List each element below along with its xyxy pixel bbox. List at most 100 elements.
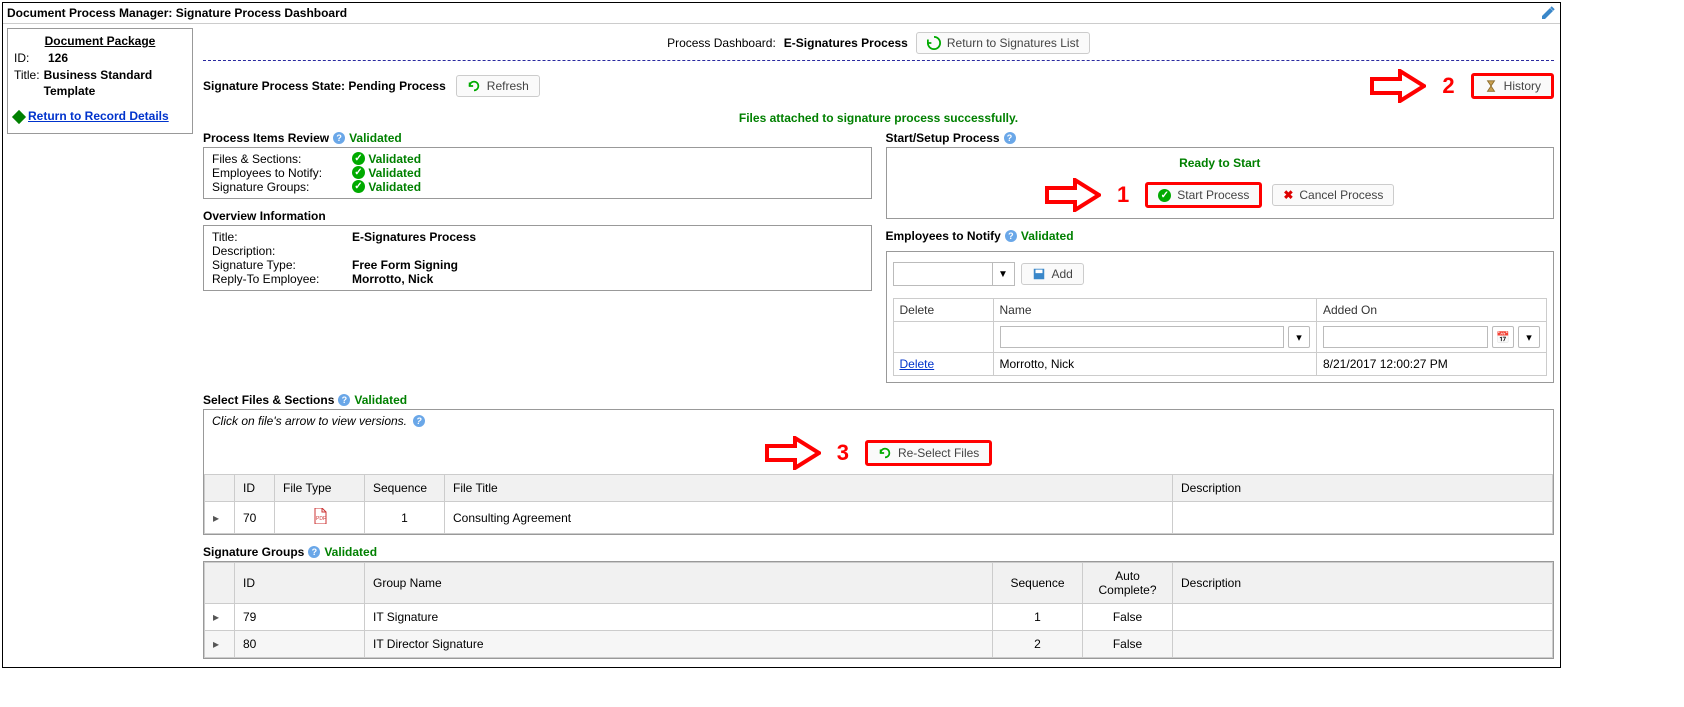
history-label: History — [1504, 79, 1541, 93]
overview-heading-label: Overview Information — [203, 209, 326, 223]
filter-icon[interactable]: ▾ — [1518, 326, 1540, 348]
cancel-process-button[interactable]: ✖ Cancel Process — [1272, 184, 1394, 206]
arrow-annotation-icon — [1370, 69, 1426, 103]
return-to-signatures-button[interactable]: Return to Signatures List — [916, 32, 1090, 54]
refresh-button[interactable]: Refresh — [456, 75, 540, 97]
dashboard-name: E-Signatures Process — [784, 36, 908, 50]
col-filetitle: File Title — [445, 475, 1173, 502]
two-column-area: Process Items Review ? Validated Files &… — [203, 129, 1554, 383]
dropdown-icon[interactable]: ▼ — [993, 262, 1015, 286]
files-heading: Select Files & Sections ? Validated — [203, 383, 1554, 409]
col-delete: Delete — [893, 299, 993, 322]
expander-icon[interactable]: ▸ — [205, 604, 235, 631]
arrow-annotation-icon — [765, 436, 821, 470]
app-window: Document Process Manager: Signature Proc… — [2, 2, 1561, 668]
table-row: ▸ 79 IT Signature 1 False — [205, 604, 1553, 631]
delete-link[interactable]: Delete — [900, 357, 935, 371]
package-title-label: Title: — [14, 67, 44, 101]
start-heading: Start/Setup Process ? — [886, 129, 1555, 147]
help-icon[interactable]: ? — [1005, 230, 1017, 242]
col-sg-auto: Auto Complete? — [1083, 563, 1173, 604]
sg-name: IT Signature — [365, 604, 993, 631]
check-icon: ✓ — [352, 152, 365, 165]
help-icon[interactable]: ? — [1004, 132, 1016, 144]
col-name: Name — [993, 299, 1317, 322]
expander-icon[interactable]: ▸ — [205, 502, 235, 534]
review-row-1-label: Employees to Notify: — [212, 166, 352, 180]
files-status: Validated — [354, 393, 407, 407]
right-pane: Start/Setup Process ? Ready to Start 1 ✓… — [886, 129, 1555, 383]
help-icon[interactable]: ? — [308, 546, 320, 558]
svg-text:PDF: PDF — [316, 516, 326, 522]
state-row: Signature Process State: Pending Process… — [203, 65, 1554, 107]
name-filter-input[interactable] — [1000, 326, 1285, 348]
sg-panel: ID Group Name Sequence Auto Complete? De… — [203, 561, 1554, 659]
success-message: Files attached to signature process succ… — [203, 107, 1554, 129]
return-to-record-link[interactable]: Return to Record Details — [14, 108, 186, 125]
refresh-icon — [467, 79, 481, 93]
col-sg-id: ID — [235, 563, 365, 604]
annotation-number-1: 1 — [1117, 182, 1129, 208]
employees-panel: ▼ Add Delete Name — [886, 251, 1555, 383]
table-row: ▸ 70 PDF 1 Consulting Agreement — [205, 502, 1553, 534]
overview-sigtype-label: Signature Type: — [212, 258, 352, 272]
title-bar: Document Process Manager: Signature Proc… — [3, 3, 1560, 24]
employees-status: Validated — [1021, 229, 1074, 243]
sg-seq: 1 — [993, 604, 1083, 631]
overview-panel: Title:E-Signatures Process Description: … — [203, 225, 872, 291]
file-id: 70 — [235, 502, 275, 534]
sg-id: 80 — [235, 631, 365, 658]
state-label: Signature Process State: — [203, 79, 345, 93]
overview-title: E-Signatures Process — [352, 230, 476, 244]
help-icon[interactable]: ? — [338, 394, 350, 406]
help-icon[interactable]: ? — [333, 132, 345, 144]
row-name: Morrotto, Nick — [993, 353, 1317, 376]
files-hint-text: Click on file's arrow to view versions. — [212, 414, 407, 428]
history-button[interactable]: History — [1471, 73, 1554, 99]
col-expander — [205, 563, 235, 604]
col-seq: Sequence — [365, 475, 445, 502]
overview-sigtype: Free Form Signing — [352, 258, 458, 272]
sg-id: 79 — [235, 604, 365, 631]
add-employee-button[interactable]: Add — [1021, 263, 1084, 285]
start-heading-label: Start/Setup Process — [886, 131, 1000, 145]
employee-combobox[interactable]: ▼ — [893, 262, 1015, 286]
start-process-button[interactable]: ✓ Start Process — [1145, 182, 1262, 208]
annotation-number-2: 2 — [1442, 73, 1454, 99]
employees-table: Delete Name Added On ▾ 📅▾ — [893, 298, 1548, 376]
employees-heading-label: Employees to Notify — [886, 229, 1001, 243]
added-filter-input[interactable] — [1323, 326, 1488, 348]
package-title: Business Standard Template — [44, 67, 186, 101]
employee-input[interactable] — [893, 262, 993, 286]
overview-desc-label: Description: — [212, 244, 352, 258]
check-icon: ✓ — [1158, 189, 1171, 202]
annotation-number-3: 3 — [837, 440, 849, 466]
sg-heading-label: Signature Groups — [203, 545, 304, 559]
edit-icon[interactable] — [1540, 5, 1556, 21]
return-link-label: Return to Record Details — [28, 108, 169, 125]
files-heading-label: Select Files & Sections — [203, 393, 334, 407]
calendar-icon[interactable]: 📅 — [1492, 326, 1514, 348]
sg-desc — [1173, 631, 1553, 658]
reselect-files-button[interactable]: Re-Select Files — [865, 440, 992, 466]
arrow-annotation-icon — [1045, 178, 1101, 212]
package-heading: Document Package — [14, 33, 186, 50]
ready-to-start: Ready to Start — [893, 154, 1548, 178]
reselect-row: 3 Re-Select Files — [204, 432, 1553, 474]
sg-seq: 2 — [993, 631, 1083, 658]
col-desc: Description — [1173, 475, 1553, 502]
overview-title-label: Title: — [212, 230, 352, 244]
help-icon[interactable]: ? — [413, 415, 425, 427]
expander-icon[interactable]: ▸ — [205, 631, 235, 658]
sg-table: ID Group Name Sequence Auto Complete? De… — [204, 562, 1553, 658]
filter-icon[interactable]: ▾ — [1288, 326, 1310, 348]
state-value: Pending Process — [348, 79, 445, 93]
review-heading: Process Items Review ? Validated — [203, 129, 872, 147]
overview-reply: Morrotto, Nick — [352, 272, 433, 286]
cancel-process-label: Cancel Process — [1299, 188, 1383, 202]
review-row-2-status: Validated — [368, 180, 421, 194]
pdf-icon: PDF — [313, 508, 327, 524]
col-id: ID — [235, 475, 275, 502]
diamond-icon — [12, 110, 26, 124]
file-desc — [1173, 502, 1553, 534]
